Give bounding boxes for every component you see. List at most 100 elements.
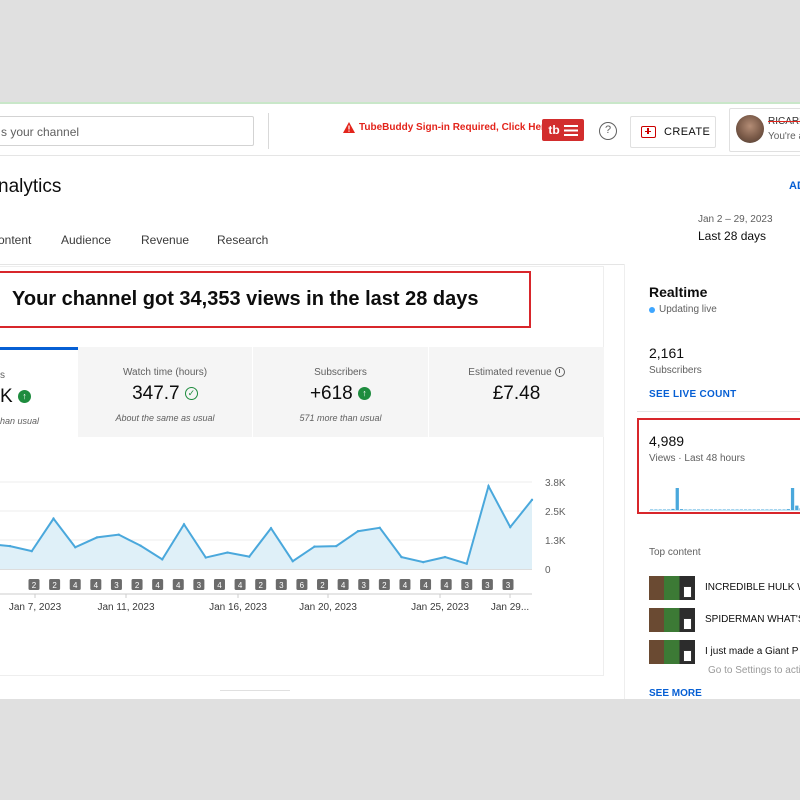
realtime-bar[interactable] — [769, 509, 773, 511]
top-content-title: Top content — [649, 547, 701, 558]
realtime-bar[interactable] — [667, 509, 671, 511]
realtime-bar[interactable] — [705, 509, 709, 511]
data-point — [335, 544, 338, 548]
upload-marker-count: 3 — [485, 581, 490, 590]
x-tick-label: Jan 20, 2023 — [299, 602, 357, 613]
upload-marker-count: 2 — [52, 581, 57, 590]
upload-marker-count: 4 — [73, 581, 78, 590]
video-title: I just made a Giant P — [705, 646, 799, 657]
realtime-views-label: Views · Last 48 hours — [649, 453, 745, 464]
data-point — [117, 533, 120, 536]
realtime-bar[interactable] — [679, 509, 684, 510]
realtime-title: Realtime — [649, 284, 708, 300]
upload-marker-count: 4 — [176, 581, 181, 590]
live-dot-icon — [649, 306, 655, 313]
upload-marker-count: 2 — [382, 581, 387, 590]
realtime-views-bars[interactable] — [649, 472, 800, 512]
realtime-bar[interactable] — [756, 509, 761, 511]
upload-marker-count: 3 — [279, 581, 284, 590]
data-point — [74, 546, 77, 549]
data-point — [530, 498, 534, 502]
see-more-link[interactable]: SEE MORE — [649, 688, 702, 699]
realtime-bar[interactable] — [671, 508, 675, 510]
video-thumbnail — [649, 576, 695, 600]
realtime-bar[interactable] — [778, 509, 782, 511]
top-content-item[interactable]: INCREDIBLE HULK W — [649, 576, 800, 600]
realtime-bar[interactable] — [743, 509, 748, 511]
data-point — [269, 527, 273, 530]
y-tick-label: 0 — [545, 565, 551, 576]
realtime-bar[interactable] — [786, 509, 790, 510]
realtime-bar[interactable] — [739, 509, 743, 511]
realtime-status: Updating live — [649, 304, 717, 315]
upload-marker-count: 2 — [32, 581, 37, 590]
realtime-bar[interactable] — [782, 509, 786, 511]
top-content-item[interactable]: SPIDERMAN WHAT'S — [649, 608, 800, 632]
upload-marker-count: 3 — [197, 581, 202, 590]
data-point — [509, 525, 512, 529]
analytics-window: s your channel TubeBuddy Sign-in Require… — [0, 102, 800, 699]
realtime-bar[interactable] — [662, 509, 667, 511]
realtime-bar[interactable] — [761, 509, 765, 511]
realtime-bar[interactable] — [731, 509, 735, 511]
upload-marker-count: 2 — [135, 581, 140, 590]
y-tick-label: 3.8K — [545, 478, 566, 489]
realtime-bar[interactable] — [650, 509, 654, 511]
realtime-subscribers-label: Subscribers — [649, 365, 702, 376]
realtime-bar[interactable] — [722, 509, 726, 511]
realtime-bar[interactable] — [684, 509, 688, 511]
realtime-bar[interactable] — [696, 509, 701, 511]
x-tick-label: Jan 29... — [491, 602, 529, 613]
data-point — [139, 544, 142, 547]
video-title: INCREDIBLE HULK W — [705, 582, 800, 593]
upload-marker-count: 4 — [444, 581, 449, 590]
data-point — [378, 526, 381, 529]
upload-marker-count: 4 — [423, 581, 428, 590]
upload-marker-count: 2 — [258, 581, 263, 590]
realtime-bar[interactable] — [709, 509, 714, 511]
upload-marker-count: 4 — [238, 581, 243, 590]
data-point — [422, 560, 425, 564]
realtime-bar[interactable] — [688, 509, 692, 511]
video-title: SPIDERMAN WHAT'S — [705, 614, 800, 625]
data-point — [291, 560, 294, 563]
upload-marker-count: 6 — [300, 581, 305, 590]
data-point — [356, 530, 360, 533]
x-tick-label: Jan 25, 2023 — [411, 602, 469, 613]
data-point — [400, 555, 403, 559]
data-point — [182, 523, 186, 526]
data-point — [161, 558, 164, 561]
realtime-bar[interactable] — [701, 509, 705, 511]
realtime-bar[interactable] — [790, 488, 795, 510]
realtime-views-value: 4,989 — [649, 433, 685, 449]
data-point — [248, 555, 251, 558]
upload-marker-count: 4 — [94, 581, 99, 590]
upload-marker-count: 4 — [217, 581, 222, 590]
upload-marker-count: 3 — [114, 581, 119, 590]
data-point — [30, 549, 33, 553]
realtime-bar[interactable] — [765, 509, 769, 511]
activation-watermark: Go to Settings to activ — [708, 665, 800, 676]
data-point — [52, 517, 55, 520]
realtime-bar[interactable] — [654, 509, 658, 511]
upload-marker-count: 4 — [155, 581, 160, 590]
realtime-bar[interactable] — [752, 509, 756, 511]
realtime-bar[interactable] — [773, 509, 778, 511]
see-live-count-link[interactable]: SEE LIVE COUNT — [649, 389, 737, 400]
realtime-bar[interactable] — [735, 509, 739, 511]
realtime-bar[interactable] — [692, 509, 696, 511]
x-tick-label: Jan 7, 2023 — [9, 602, 62, 613]
realtime-bar[interactable] — [658, 509, 662, 511]
data-point — [313, 545, 316, 548]
realtime-bar[interactable] — [795, 505, 799, 510]
upload-marker-count: 3 — [465, 581, 470, 590]
realtime-bar[interactable] — [675, 488, 679, 510]
realtime-bar[interactable] — [748, 509, 752, 511]
top-content-item[interactable]: I just made a Giant P — [649, 640, 800, 664]
y-tick-label: 1.3K — [545, 536, 566, 547]
realtime-subscribers-value: 2,161 — [649, 345, 685, 361]
realtime-bar[interactable] — [714, 509, 718, 511]
realtime-bar[interactable] — [718, 509, 722, 511]
realtime-bar[interactable] — [726, 509, 731, 511]
realtime-status-text: Updating live — [659, 304, 717, 315]
